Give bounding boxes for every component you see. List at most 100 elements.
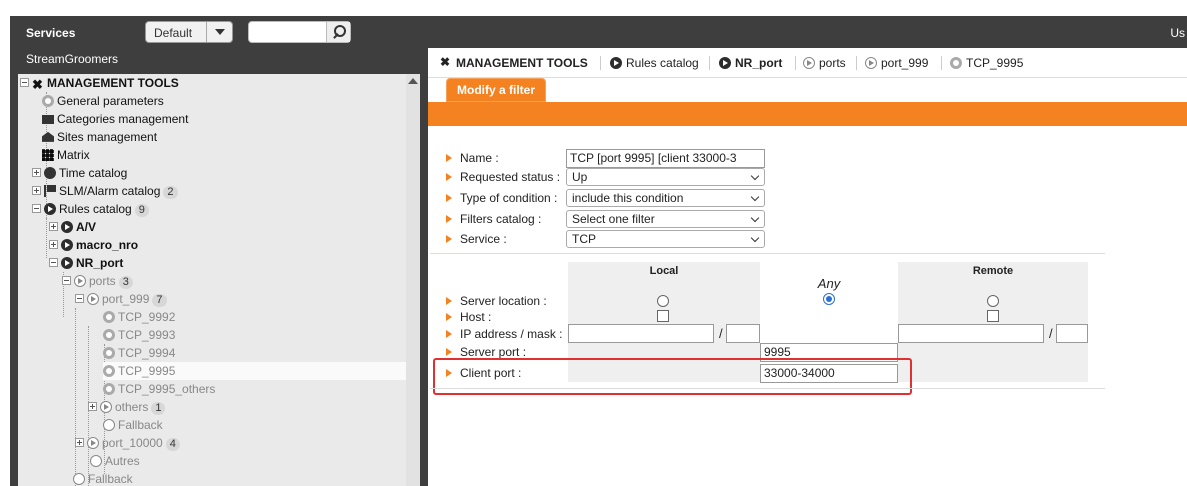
tree-item-port-10000[interactable]: port_10000 4 xyxy=(75,434,180,452)
tree-item-fallback[interactable]: Fallback xyxy=(103,416,163,434)
remote-mask-input[interactable] xyxy=(1056,324,1088,343)
org-name: StreamGroomers xyxy=(26,52,119,66)
search-input[interactable] xyxy=(248,21,351,43)
tree-item-rules-catalog[interactable]: Rules catalog 9 xyxy=(32,200,149,218)
tree-item-macro-nro[interactable]: macro_nro xyxy=(49,236,138,254)
bullet-arrow-icon xyxy=(446,234,452,243)
tree-item-management-tools[interactable]: ✖ MANAGEMENT TOOLS xyxy=(20,74,179,92)
condition-label: Type of condition : xyxy=(460,191,558,205)
tab-port-999[interactable]: port_999 xyxy=(865,56,928,70)
remote-radio[interactable] xyxy=(987,295,999,307)
tree-item-tcp-9992[interactable]: TCP_9992 xyxy=(103,308,175,326)
tree-item-categories[interactable]: Categories management xyxy=(42,110,188,128)
bullet-arrow-icon xyxy=(446,153,452,162)
tree-item-tcp-9993[interactable]: TCP_9993 xyxy=(103,326,175,344)
tree-label: Sites management xyxy=(57,130,158,144)
tab-label: NR_port xyxy=(735,56,783,70)
scroll-up-icon[interactable] xyxy=(408,78,418,84)
name-row: Name : xyxy=(446,149,499,167)
collapse-icon[interactable] xyxy=(75,294,84,304)
chevron-down-icon xyxy=(750,233,760,243)
local-host-checkbox[interactable] xyxy=(657,310,669,322)
tree-label: Categories management xyxy=(57,112,189,126)
tree-item-time-catalog[interactable]: Time catalog xyxy=(32,164,127,182)
play-outline-icon xyxy=(100,400,112,413)
tree-item-tcp-9994[interactable]: TCP_9994 xyxy=(103,344,175,362)
expand-icon[interactable] xyxy=(75,438,84,448)
service-select[interactable]: TCP xyxy=(566,230,765,248)
expand-icon[interactable] xyxy=(49,222,58,232)
profile-select[interactable]: Default xyxy=(145,21,233,43)
any-radio[interactable] xyxy=(823,293,835,305)
tree-item-autres[interactable]: Autres xyxy=(90,452,140,470)
tree-item-ports[interactable]: ports 3 xyxy=(62,272,133,290)
ip-row: IP address / mask : xyxy=(446,325,563,343)
tree-label: General parameters xyxy=(57,94,164,108)
tree-item-sites[interactable]: Sites management xyxy=(42,128,157,146)
local-heading: Local xyxy=(649,265,679,277)
remote-host-checkbox[interactable] xyxy=(987,310,999,322)
tab-modify-filter[interactable]: Modify a filter xyxy=(446,78,547,102)
collapse-icon[interactable] xyxy=(62,276,71,286)
remote-ip-input[interactable] xyxy=(898,324,1044,343)
expand-icon[interactable] xyxy=(49,240,58,250)
play-icon xyxy=(719,56,731,69)
count-badge: 3 xyxy=(118,276,133,289)
chevron-down-icon[interactable] xyxy=(206,22,232,42)
tree-scrollbar[interactable] xyxy=(406,74,420,486)
expand-icon[interactable] xyxy=(32,186,41,196)
tree-item-tcp-9995-others[interactable]: TCP_9995_others xyxy=(103,380,215,398)
tree-item-others[interactable]: others 1 xyxy=(88,398,166,416)
tab-nr-port[interactable]: NR_port xyxy=(719,56,782,70)
count-badge: 1 xyxy=(151,402,166,415)
expand-icon[interactable] xyxy=(88,402,97,412)
tree-label: TCP_9995 xyxy=(118,364,176,378)
top-bar: Services Default Us xyxy=(10,16,1187,48)
tree-item-slm-catalog[interactable]: SLM/Alarm catalog 2 xyxy=(32,182,178,200)
home-icon xyxy=(42,131,54,142)
local-mask-input[interactable] xyxy=(726,324,760,343)
local-radio[interactable] xyxy=(657,295,669,307)
play-icon xyxy=(44,202,56,215)
collapse-icon[interactable] xyxy=(20,78,29,88)
status-select[interactable]: Up xyxy=(566,168,765,186)
name-input[interactable]: TCP [port 9995] [client 33000-3 xyxy=(566,149,765,168)
condition-select[interactable]: include this condition xyxy=(566,189,765,207)
chevron-down-icon xyxy=(750,171,760,181)
play-outline-icon xyxy=(865,56,877,69)
server-location-label: Server location : xyxy=(460,294,547,308)
tree-item-av[interactable]: A/V xyxy=(49,218,96,236)
play-outline-icon xyxy=(87,436,99,449)
condition-value: include this condition xyxy=(572,191,684,205)
status-row: Requested status : xyxy=(446,168,560,186)
user-label[interactable]: Us xyxy=(1170,26,1185,40)
circle-icon xyxy=(103,418,115,431)
tree-item-fallback-2[interactable]: Fallback xyxy=(73,470,133,486)
tab-management-tools[interactable]: MANAGEMENT TOOLS xyxy=(440,55,588,70)
tree-item-general-parameters[interactable]: General parameters xyxy=(42,92,164,110)
collapse-icon[interactable] xyxy=(49,258,58,268)
tree-item-port-999[interactable]: port_999 7 xyxy=(75,290,167,308)
tab-tcp-9995[interactable]: TCP_9995 xyxy=(950,56,1023,70)
bullet-arrow-icon xyxy=(446,312,452,321)
services-label[interactable]: Services xyxy=(26,26,75,40)
tree-label: port_999 xyxy=(102,292,150,306)
tree-item-tcp-9995-selected[interactable]: TCP_9995 xyxy=(103,362,406,380)
highlight-box xyxy=(433,358,912,395)
tree-label: Autres xyxy=(105,454,140,468)
ip-label: IP address / mask : xyxy=(460,327,563,341)
tree-label: macro_nro xyxy=(76,238,139,252)
tree-label: Fallback xyxy=(118,418,163,432)
clock-icon xyxy=(44,166,56,179)
remote-column xyxy=(898,262,1088,382)
expand-icon[interactable] xyxy=(32,168,41,178)
tab-rules-catalog[interactable]: Rules catalog xyxy=(610,56,699,70)
collapse-icon[interactable] xyxy=(32,204,41,214)
tree-item-nr-port[interactable]: NR_port xyxy=(49,254,123,272)
search-icon[interactable] xyxy=(326,22,350,42)
local-ip-input[interactable] xyxy=(568,324,714,343)
filters-select[interactable]: Select one filter xyxy=(566,210,765,228)
tab-label: MANAGEMENT TOOLS xyxy=(456,56,588,70)
tree-item-matrix[interactable]: Matrix xyxy=(42,146,90,164)
tab-ports[interactable]: ports xyxy=(803,56,846,70)
